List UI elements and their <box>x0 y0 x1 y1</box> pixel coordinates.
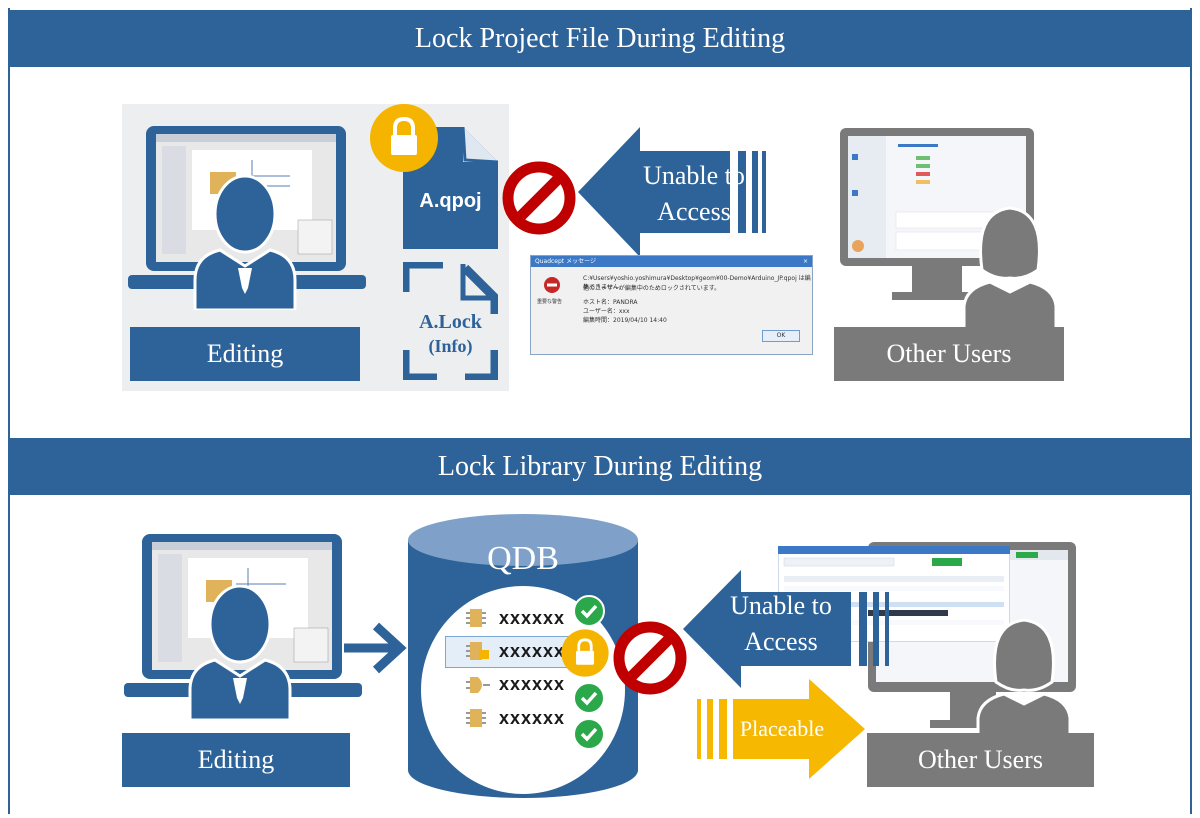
editing-label: Editing <box>122 733 350 787</box>
chip-icon <box>466 642 489 660</box>
editing-label: Editing <box>130 327 360 381</box>
error-icon <box>544 277 560 293</box>
section2-title: Lock Library During Editing <box>8 438 1192 495</box>
user-icon <box>976 618 1072 742</box>
dialog-host: ホスト名：PANDRA <box>583 299 638 306</box>
lock-file-info: (Info) <box>428 336 473 356</box>
check-icon <box>573 595 605 627</box>
other-users-label: Other Users <box>867 733 1094 787</box>
user-icon <box>193 174 297 310</box>
dialog-message-line2: 他のユーザーが編集中のためロックされています。 <box>583 285 721 292</box>
library-item: xxxxxx <box>499 641 566 661</box>
library-item: xxxxxx <box>499 708 566 728</box>
user-icon <box>962 206 1058 330</box>
dialog-close-button[interactable]: × <box>803 256 808 267</box>
chip-icon <box>466 609 486 627</box>
dialog-title: Quadcept メッセージ <box>535 258 596 265</box>
dialog-error-caption: 重要な警告 <box>537 299 563 305</box>
arrow-text-content: Unable to Access <box>730 591 832 656</box>
placeable-text: Placeable <box>739 716 825 741</box>
prohibit-icon <box>613 621 687 695</box>
unable-to-access-text-2: Unable to Access <box>722 588 840 660</box>
dialog-time: 編集時間：2019/04/10 14:40 <box>583 317 667 324</box>
prohibit-icon <box>502 161 576 235</box>
lock-error-dialog: Quadcept メッセージ × 重要な警告 C:¥Users¥yoshio.y… <box>530 255 813 355</box>
unable-to-access-text-1: Unable to Access <box>634 158 754 230</box>
project-file-name: A.qpoj <box>419 190 482 212</box>
user-icon <box>188 584 292 720</box>
check-icon <box>573 682 605 714</box>
arrow-text-content: Unable to Access <box>643 161 745 226</box>
other-users-label: Other Users <box>834 327 1064 381</box>
library-item: xxxxxx <box>499 608 566 628</box>
check-icon <box>573 718 605 750</box>
section1-title: Lock Project File During Editing <box>8 10 1192 67</box>
lock-file-name: A.Lock <box>419 311 482 333</box>
qdb-title: QDB <box>487 540 559 577</box>
dialog-titlebar: Quadcept メッセージ × <box>531 256 812 267</box>
chip-icon <box>466 709 486 727</box>
arrow-icon <box>344 622 407 674</box>
lock-icon <box>370 104 438 172</box>
gate-icon <box>466 677 490 693</box>
library-item: xxxxxx <box>499 674 566 694</box>
dialog-ok-button[interactable]: OK <box>762 330 800 342</box>
dialog-user: ユーザー名：xxx <box>583 308 630 315</box>
lock-icon <box>561 629 609 677</box>
